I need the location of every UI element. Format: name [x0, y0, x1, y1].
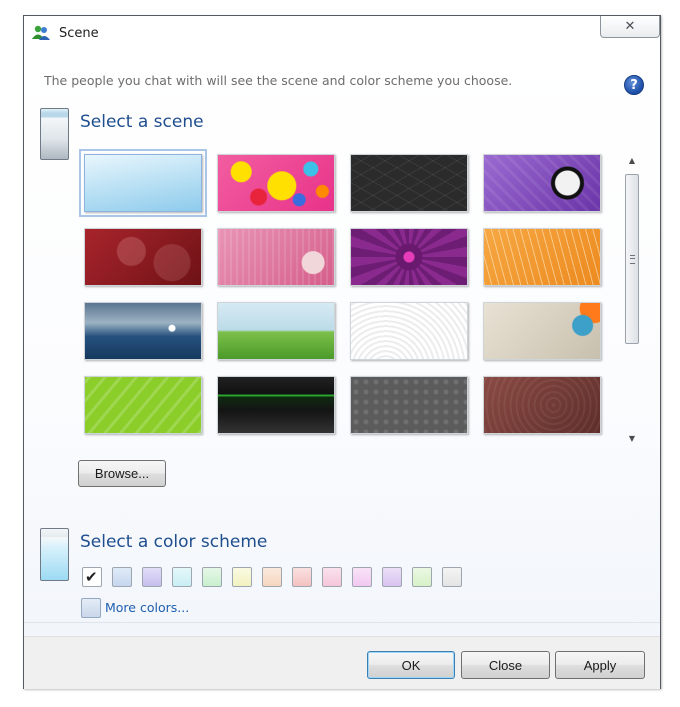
color-swatch-3[interactable]	[142, 567, 162, 587]
scene-thumb-light-blue-sky[interactable]	[79, 149, 207, 217]
color-swatch-5[interactable]	[202, 567, 222, 587]
help-icon[interactable]: ?	[624, 75, 644, 95]
close-icon: ✕	[624, 19, 636, 34]
color-swatch-2[interactable]	[112, 567, 132, 587]
scroll-down-arrow-icon[interactable]: ▼	[622, 432, 642, 446]
color-swatch-11[interactable]	[382, 567, 402, 587]
dialog-content: The people you chat with will see the sc…	[24, 50, 660, 689]
scene-thumb-lime-stripes[interactable]	[84, 376, 202, 434]
scroll-up-arrow-icon[interactable]: ▲	[622, 154, 642, 168]
close-window-button[interactable]: ✕	[600, 16, 660, 38]
ok-button[interactable]: OK	[367, 651, 455, 679]
scene-scrollbar[interactable]: ▲ ▼	[622, 154, 642, 446]
color-swatch-13[interactable]	[442, 567, 462, 587]
more-colors-swatch[interactable]	[81, 598, 101, 618]
scene-section-icon	[40, 108, 69, 160]
color-swatch-12[interactable]	[412, 567, 432, 587]
color-swatch-8[interactable]	[292, 567, 312, 587]
scene-thumb-brown-swirls[interactable]	[483, 376, 601, 434]
apply-button[interactable]: Apply	[555, 651, 645, 679]
grip-icon	[630, 255, 635, 264]
intro-text: The people you chat with will see the sc…	[44, 73, 513, 88]
scene-thumb-white-waves[interactable]	[350, 302, 468, 360]
scene-thumb-purple-heart-burst[interactable]	[350, 228, 468, 286]
scene-thumb-black-green-glow[interactable]	[217, 376, 335, 434]
more-colors-link[interactable]: More colors...	[105, 600, 189, 615]
title-bar: Scene ✕	[24, 16, 660, 50]
scene-thumb-red-love-swirls[interactable]	[84, 228, 202, 286]
window-title: Scene	[59, 26, 99, 41]
scene-section-heading: Select a scene	[80, 112, 204, 132]
scene-thumb-green-field-bird[interactable]	[217, 302, 335, 360]
scene-thumb-colorful-doodles[interactable]	[217, 154, 335, 212]
close-button[interactable]: Close	[461, 651, 550, 679]
scene-thumb-gray-damask[interactable]	[350, 376, 468, 434]
scene-thumb-dark-geometric[interactable]	[350, 154, 468, 212]
footer-separator	[24, 622, 660, 623]
scene-dialog: Scene ✕ The people you chat with will se…	[23, 15, 661, 689]
color-swatch-7[interactable]	[262, 567, 282, 587]
scene-thumb-orange-trees[interactable]	[483, 228, 601, 286]
scene-thumb-purple-skull[interactable]	[483, 154, 601, 212]
scene-thumb-pink-hearts[interactable]	[217, 228, 335, 286]
color-swatch-6[interactable]	[232, 567, 252, 587]
color-swatch-10[interactable]	[352, 567, 372, 587]
scene-thumb-grunge-chameleon[interactable]	[483, 302, 601, 360]
color-swatch-4[interactable]	[172, 567, 192, 587]
color-swatch-9[interactable]	[322, 567, 342, 587]
color-section-icon	[40, 528, 69, 581]
color-swatch-1[interactable]: ✔	[82, 567, 102, 587]
checkmark-icon: ✔	[85, 568, 98, 586]
messenger-buddies-icon	[32, 25, 50, 40]
browse-button[interactable]: Browse...	[78, 460, 166, 487]
scrollbar-thumb[interactable]	[625, 174, 639, 344]
color-section-heading: Select a color scheme	[80, 532, 268, 552]
scene-thumb-ocean-rocket[interactable]	[84, 302, 202, 360]
